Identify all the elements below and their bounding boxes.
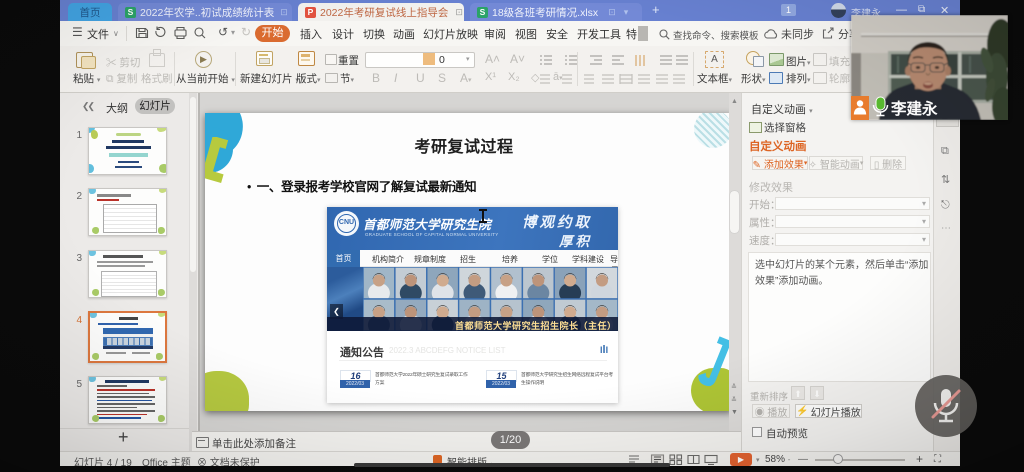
svg-text:李建永: 李建永 bbox=[890, 99, 938, 118]
